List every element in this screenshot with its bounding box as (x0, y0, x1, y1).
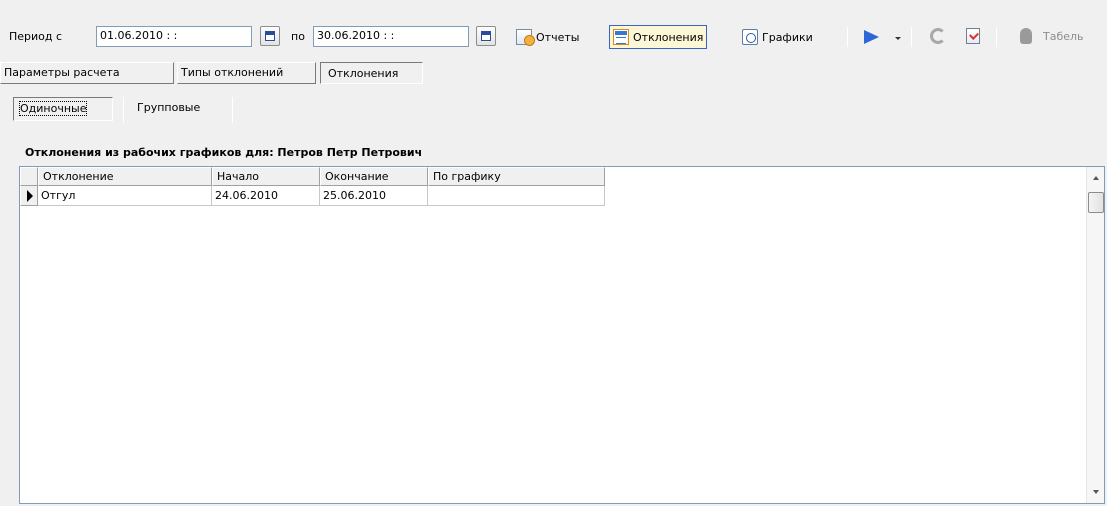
cell-deviation[interactable]: Отгул (38, 186, 212, 206)
scroll-thumb[interactable] (1088, 192, 1104, 213)
toolbar: Период с 01.06.2010 : : по 30.06.2010 : … (0, 24, 1107, 52)
tab-deviations[interactable]: Отклонения (320, 62, 423, 84)
report-icon (516, 29, 535, 46)
hand-icon[interactable] (1020, 28, 1032, 44)
calendar-to-button[interactable] (476, 26, 496, 46)
subtab-separator (232, 97, 233, 123)
deviations-icon (613, 29, 629, 45)
toolbar-separator (847, 27, 848, 47)
deviations-button[interactable]: Отклонения (609, 25, 708, 49)
cell-start[interactable]: 24.06.2010 (212, 186, 320, 206)
reports-button[interactable]: Отчеты (512, 25, 583, 49)
subtab-label: Групповые (137, 101, 201, 114)
deviations-label: Отклонения (633, 30, 704, 44)
calendar-icon (481, 31, 491, 41)
toolbar-separator (911, 27, 912, 47)
toolbar-separator (996, 27, 997, 47)
calendar-icon (265, 31, 275, 41)
tab-label: Отклонения (328, 67, 399, 80)
document-check-icon[interactable] (966, 28, 980, 44)
clock-icon (742, 29, 758, 45)
tab-deviation-types[interactable]: Типы отклонений (177, 62, 316, 84)
column-header-by-schedule[interactable]: По графику (428, 167, 605, 186)
run-icon[interactable] (864, 30, 879, 44)
subtab-single[interactable]: Одиночные (13, 97, 113, 121)
scroll-down-icon[interactable] (1093, 490, 1099, 494)
cell-by-schedule[interactable] (428, 186, 605, 206)
period-from-field[interactable]: 01.06.2010 : : (96, 26, 252, 47)
scroll-up-icon[interactable] (1093, 176, 1099, 180)
chevron-down-icon[interactable] (895, 37, 901, 40)
tab-label: Типы отклонений (181, 66, 284, 79)
period-from-label: Период с (9, 30, 63, 43)
grid-header: Отклонение Начало Окончание По графику (20, 167, 605, 186)
vertical-scrollbar[interactable] (1086, 167, 1104, 503)
cell-end[interactable]: 25.06.2010 (320, 186, 428, 206)
calendar-from-button[interactable] (260, 26, 280, 46)
tabel-button-label[interactable]: Табель (1043, 30, 1084, 43)
row-pointer-icon (20, 186, 38, 206)
header-indicator (20, 167, 38, 186)
reports-label: Отчеты (536, 30, 580, 44)
column-header-end[interactable]: Окончание (320, 167, 428, 186)
table-row[interactable]: Отгул 24.06.2010 25.06.2010 (20, 186, 605, 206)
subtab-label: Одиночные (18, 101, 88, 116)
column-header-start[interactable]: Начало (212, 167, 320, 186)
subtab-group[interactable]: Групповые (131, 97, 225, 121)
period-to-label: по (291, 30, 305, 43)
subtab-separator (123, 97, 124, 123)
tab-calc-params[interactable]: Параметры расчета (0, 62, 174, 84)
refresh-icon[interactable] (930, 28, 946, 44)
period-to-field[interactable]: 30.06.2010 : : (313, 26, 469, 47)
deviations-grid[interactable]: Отклонение Начало Окончание По графику О… (19, 166, 1105, 504)
column-header-deviation[interactable]: Отклонение (38, 167, 212, 186)
graphs-label: Графики (762, 30, 813, 44)
tab-label: Параметры расчета (4, 66, 120, 79)
section-title: Отклонения из рабочих графиков для: Петр… (25, 146, 423, 159)
graphs-button[interactable]: Графики (738, 25, 817, 49)
